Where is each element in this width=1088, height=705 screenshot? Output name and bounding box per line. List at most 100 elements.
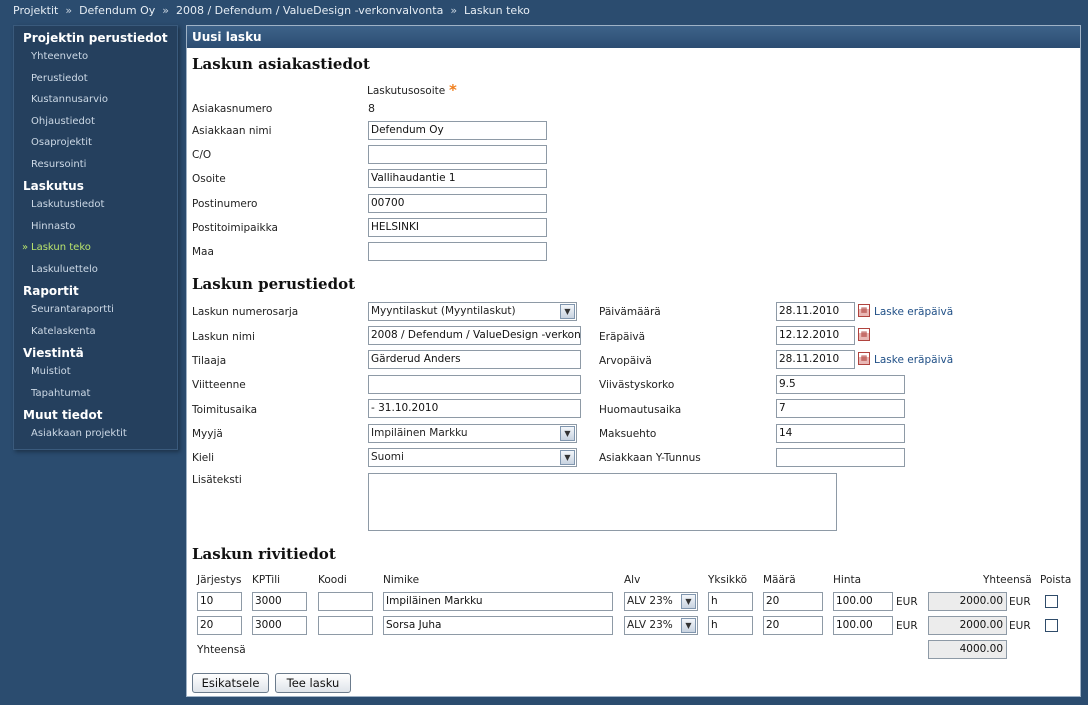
col-delete-header: Poista xyxy=(1040,574,1072,586)
postal-code-input[interactable]: 00700 xyxy=(368,194,547,213)
sidebar-item-resourcing[interactable]: Resursointi xyxy=(14,156,177,178)
col-unit-header: Yksikkö xyxy=(708,574,748,586)
sidebar-item-customer-projects[interactable]: Asiakkaan projektit xyxy=(14,425,177,447)
row-2-unit-input[interactable]: h xyxy=(708,616,753,635)
row-1-price-input[interactable]: 100.00 xyxy=(833,592,893,611)
language-select[interactable]: Suomi ▼ xyxy=(368,448,577,467)
row-1-account-input[interactable]: 3000 xyxy=(252,592,307,611)
sidebar-item-billing-info[interactable]: Laskutustiedot xyxy=(14,196,177,218)
city-label: Postitoimipaikka xyxy=(192,222,278,234)
chevron-down-icon[interactable]: ▼ xyxy=(560,450,575,465)
row-1-delete-checkbox[interactable] xyxy=(1045,595,1058,608)
sidebar-item-events[interactable]: Tapahtumat xyxy=(14,385,177,407)
remark-time-input[interactable]: 7 xyxy=(776,399,905,418)
chevron-down-icon[interactable]: ▼ xyxy=(560,304,575,319)
late-interest-label: Viivästyskorko xyxy=(599,379,675,391)
payment-terms-input[interactable]: 14 xyxy=(776,424,905,443)
col-code-header: Koodi xyxy=(318,574,347,586)
breadcrumb-link-customer[interactable]: Defendum Oy xyxy=(79,4,155,17)
row-2-qty-input[interactable]: 20 xyxy=(763,616,823,635)
rows-section-heading: Laskun rivitiedot xyxy=(192,545,336,563)
required-star-icon: * xyxy=(449,81,457,99)
sidebar-heading-project: Projektin perustiedot xyxy=(23,31,168,45)
calc-due-date-link-2[interactable]: Laske eräpäivä xyxy=(874,354,953,366)
co-input[interactable] xyxy=(368,145,547,164)
calendar-icon[interactable]: ▦ xyxy=(858,328,870,341)
city-input[interactable]: HELSINKI xyxy=(368,218,547,237)
business-id-input[interactable] xyxy=(776,448,905,467)
row-2-price-input[interactable]: 100.00 xyxy=(833,616,893,635)
sidebar-heading-reports: Raportit xyxy=(23,284,79,298)
seller-select[interactable]: Impiläinen Markku ▼ xyxy=(368,424,577,443)
row-2-account-input[interactable]: 3000 xyxy=(252,616,307,635)
invoice-name-input[interactable]: 2008 / Defendum / ValueDesign -verkonval… xyxy=(368,326,581,345)
sidebar-item-cost-estimate[interactable]: Kustannusarvio xyxy=(14,91,177,113)
country-input[interactable] xyxy=(368,242,547,261)
breadcrumb-link-projects[interactable]: Projektit xyxy=(13,4,58,17)
col-account-header: KPTili xyxy=(252,574,281,586)
col-qty-header: Määrä xyxy=(763,574,796,586)
sidebar-item-invoice-list[interactable]: Laskuluettelo xyxy=(14,261,177,283)
number-series-select[interactable]: Myyntilaskut (Myyntilaskut) ▼ xyxy=(368,302,577,321)
row-1-code-input[interactable] xyxy=(318,592,373,611)
row-2-code-input[interactable] xyxy=(318,616,373,635)
chevron-down-icon[interactable]: ▼ xyxy=(681,618,696,633)
chevron-down-icon[interactable]: ▼ xyxy=(560,426,575,441)
reference-input[interactable] xyxy=(368,375,581,394)
country-label: Maa xyxy=(192,246,214,258)
sidebar-item-price-list[interactable]: Hinnasto xyxy=(14,218,177,240)
value-date-input[interactable]: 28.11.2010 xyxy=(776,350,855,369)
due-date-label: Eräpäivä xyxy=(599,331,646,343)
sum-value: 4000.00 xyxy=(928,640,1007,659)
row-1-price-currency: EUR xyxy=(896,596,918,608)
basic-section-heading: Laskun perustiedot xyxy=(192,275,356,293)
street-input[interactable]: Vallihaudantie 1 xyxy=(368,169,547,188)
row-2-order-input[interactable]: 20 xyxy=(197,616,242,635)
row-2-delete-checkbox[interactable] xyxy=(1045,619,1058,632)
row-2-name-input[interactable]: Sorsa Juha xyxy=(383,616,613,635)
calc-due-date-link[interactable]: Laske eräpäivä xyxy=(874,306,953,318)
row-2-total-value: 2000.00 xyxy=(928,616,1007,635)
sidebar-item-margin-calc[interactable]: Katelaskenta xyxy=(14,323,177,345)
sidebar-item-subprojects[interactable]: Osaprojektit xyxy=(14,134,177,156)
breadcrumb-separator-icon: » xyxy=(450,4,458,17)
breadcrumb-link-project[interactable]: 2008 / Defendum / ValueDesign -verkonval… xyxy=(176,4,443,17)
reference-label: Viitteenne xyxy=(192,379,246,391)
row-1-order-input[interactable]: 10 xyxy=(197,592,242,611)
delivery-time-input[interactable]: - 31.10.2010 xyxy=(368,399,581,418)
sidebar-item-summary[interactable]: Yhteenveto xyxy=(14,48,177,70)
calendar-icon[interactable]: ▦ xyxy=(858,304,870,317)
sidebar-item-create-invoice[interactable]: Laskun teko xyxy=(14,239,177,261)
chevron-down-icon[interactable]: ▼ xyxy=(681,594,696,609)
row-1-name-input[interactable]: Impiläinen Markku xyxy=(383,592,613,611)
extra-text-textarea[interactable] xyxy=(368,473,837,531)
breadcrumb-current: Laskun teko xyxy=(464,4,530,17)
customer-name-input[interactable]: Defendum Oy xyxy=(368,121,547,140)
breadcrumb-separator-icon: » xyxy=(65,4,73,17)
create-invoice-button[interactable]: Tee lasku xyxy=(275,673,351,693)
invoice-panel: Uusi lasku Laskun asiakastiedot Laskutus… xyxy=(186,25,1081,697)
breadcrumb: Projektit » Defendum Oy » 2008 / Defendum / … xyxy=(0,0,1088,22)
row-2-vat-select[interactable]: ALV 23% ▼ xyxy=(624,616,698,635)
number-series-label: Laskun numerosarja xyxy=(192,306,299,318)
col-total-header: Yhteensä xyxy=(983,574,1032,586)
row-1-vat-select[interactable]: ALV 23% ▼ xyxy=(624,592,698,611)
preview-button[interactable]: Esikatsele xyxy=(192,673,269,693)
calendar-icon[interactable]: ▦ xyxy=(858,352,870,365)
sidebar-item-tracking-report[interactable]: Seurantaraportti xyxy=(14,301,177,323)
sidebar-item-memos[interactable]: Muistiot xyxy=(14,363,177,385)
sidebar-item-steering[interactable]: Ohjaustiedot xyxy=(14,113,177,135)
row-1-vat-value: ALV 23% xyxy=(627,595,673,607)
row-1-total-value: 2000.00 xyxy=(928,592,1007,611)
orderer-input[interactable]: Gärderud Anders xyxy=(368,350,581,369)
date-input[interactable]: 28.11.2010 xyxy=(776,302,855,321)
row-1-unit-input[interactable]: h xyxy=(708,592,753,611)
due-date-input[interactable]: 12.12.2010 xyxy=(776,326,855,345)
late-interest-input[interactable]: 9.5 xyxy=(776,375,905,394)
row-2-price-currency: EUR xyxy=(896,620,918,632)
seller-label: Myyjä xyxy=(192,428,223,440)
row-1-qty-input[interactable]: 20 xyxy=(763,592,823,611)
co-label: C/O xyxy=(192,149,212,161)
date-label: Päivämäärä xyxy=(599,306,661,318)
sidebar-item-basic-info[interactable]: Perustiedot xyxy=(14,70,177,92)
